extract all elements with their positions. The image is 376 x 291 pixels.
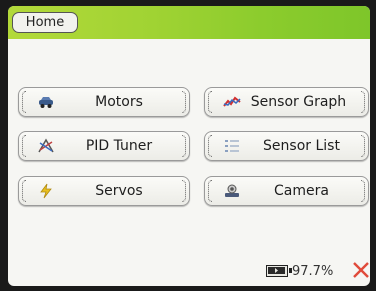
pid-tuner-label: PID Tuner — [85, 138, 153, 154]
camera-label: Camera — [274, 183, 329, 199]
sensor-list-button[interactable]: Sensor List — [204, 131, 369, 161]
lightning-icon — [40, 183, 52, 199]
car-icon — [39, 97, 53, 108]
camera-button[interactable]: Camera — [204, 176, 369, 206]
motors-button[interactable]: Motors — [18, 87, 190, 117]
tuner-icon — [38, 138, 54, 153]
home-tab-label: Home — [25, 15, 65, 30]
sensor-graph-label: Sensor Graph — [250, 94, 347, 110]
pid-tuner-button[interactable]: PID Tuner — [18, 131, 190, 161]
servos-label: Servos — [95, 183, 143, 199]
device-screen: Home Motors Sensor Graph PID Tuner Senso… — [8, 6, 370, 286]
camera-icon — [225, 184, 239, 197]
home-tab[interactable]: Home — [12, 12, 78, 33]
close-icon[interactable] — [352, 261, 370, 279]
top-bar: Home — [8, 6, 370, 39]
servos-button[interactable]: Servos — [18, 176, 190, 206]
battery-status: 97.7% — [266, 261, 333, 281]
sensor-list-label: Sensor List — [263, 138, 340, 154]
list-icon — [225, 140, 239, 152]
sensor-graph-button[interactable]: Sensor Graph — [204, 87, 369, 117]
battery-percent: 97.7% — [292, 263, 334, 279]
battery-icon — [266, 265, 292, 277]
motors-label: Motors — [95, 94, 143, 110]
